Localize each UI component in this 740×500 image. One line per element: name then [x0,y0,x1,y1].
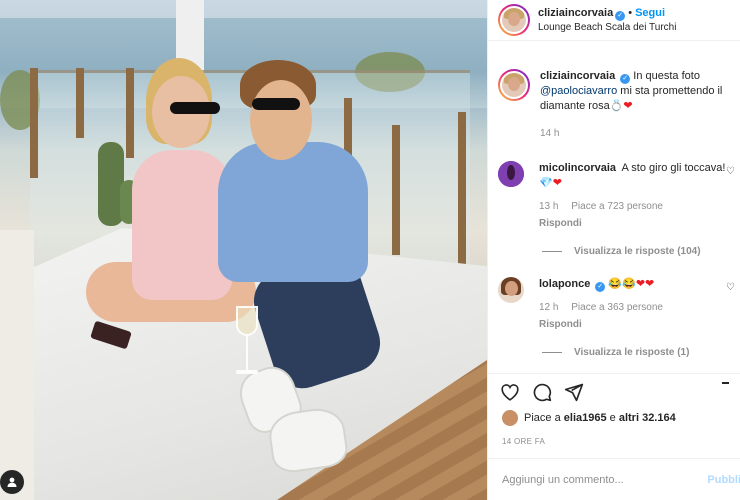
heart-emoji-icon: ❤❤ [635,278,655,290]
verified-badge-icon: ✓ [615,11,626,21]
comment-time[interactable]: 13 h [539,201,558,212]
sunglasses [170,102,220,114]
verified-badge-icon: ✓ [595,282,606,292]
man-face [250,80,312,160]
heart-emoji-icon: ❤ [623,100,633,112]
wine-glass [236,306,258,378]
caption-time[interactable]: 14 h [540,128,559,139]
view-replies-button[interactable]: Visualizza le risposte (1) [542,347,689,358]
likes-prefix: Piace a [524,412,561,424]
gem-emoji-icon: 💎 [539,177,553,189]
post-actions-bar [488,373,740,409]
heart-emoji-icon: ❤ [552,177,562,189]
avatar[interactable] [498,69,530,101]
heart-icon[interactable] [500,383,520,401]
post-username[interactable]: cliziaincorvaia [538,7,613,19]
comment-like-heart-icon[interactable]: ♡ [726,167,736,177]
reply-button[interactable]: Rispondi [539,317,663,332]
add-comment-bar: Pubbli [488,458,740,500]
divider-line [542,251,562,252]
view-replies-label: Visualizza le risposte (104) [574,246,701,257]
avatar[interactable] [498,4,530,36]
post-header: cliziaincorvaia ✓ • Segui Lounge Beach Scal… [488,0,740,41]
liker-avatar[interactable] [502,410,518,426]
comment-icon[interactable] [532,382,552,402]
comment-username[interactable]: micolincorvaia [539,162,616,174]
gazebo-pillar [0,230,34,500]
comment-username[interactable]: lolaponce [539,278,590,290]
woman-dress [132,150,232,300]
laughing-emoji-icon: 😂😂 [608,278,636,290]
likes-others[interactable]: altri 32.164 [619,412,676,424]
fence-post [126,68,134,158]
comment-like-heart-icon[interactable]: ♡ [726,283,736,293]
caption: cliziaincorvaia ✓ In questa foto @paoloci… [498,69,736,141]
liker-username[interactable]: elia1965 [564,412,607,424]
post-sidebar: cliziaincorvaia ✓ • Segui Lounge Beach Scal… [487,0,740,500]
fence-post [76,68,84,138]
view-replies-label: Visualizza le risposte (1) [574,347,690,358]
avatar[interactable] [498,277,524,303]
mention-link[interactable]: @paolociavarro [540,85,617,97]
man-shirt [218,142,368,282]
comment-likes[interactable]: Piace a 363 persone [571,302,663,313]
comment-time[interactable]: 12 h [539,302,558,313]
likes-mid: e [609,412,616,424]
post-time[interactable]: 14 ORE FA [502,437,545,446]
fence-post [458,112,466,282]
verified-badge-icon: ✓ [620,74,631,84]
post-location[interactable]: Lounge Beach Scala dei Turchi [538,21,676,35]
avatar[interactable] [498,161,524,187]
post-photo[interactable] [0,0,487,500]
ring-emoji-icon: 💍 [609,100,624,112]
user-tag-icon[interactable] [0,470,24,494]
comment-text: A sto giro gli toccava! [621,162,726,174]
sunglasses [252,98,300,110]
caption-text: In questa foto [633,70,700,82]
bookmark-icon[interactable] [721,381,729,402]
comment-likes[interactable]: Piace a 723 persone [571,201,663,212]
comment-input[interactable] [502,473,692,486]
fence-post [392,125,400,255]
comment-item: lolaponce ✓ 😂😂❤❤ 12 h Piace a 363 persone… [498,277,736,332]
publish-button[interactable]: Pubbli [707,474,740,486]
view-replies-button[interactable]: Visualizza le risposte (104) [542,246,701,257]
follow-button[interactable]: Segui [635,7,665,19]
likes-summary[interactable]: Piace a elia1965 e altri 32.164 [502,410,676,426]
comment-item: micolincorvaia A sto giro gli toccava! 💎… [498,161,736,231]
reply-button[interactable]: Rispondi [539,216,726,231]
caption-username[interactable]: cliziaincorvaia [540,70,615,82]
comments-list[interactable]: cliziaincorvaia ✓ In questa foto @paoloci… [488,55,740,373]
paper-plane-icon[interactable] [564,382,584,402]
fence-post [30,68,38,178]
separator-dot: • [628,7,633,19]
divider-line [542,352,562,353]
